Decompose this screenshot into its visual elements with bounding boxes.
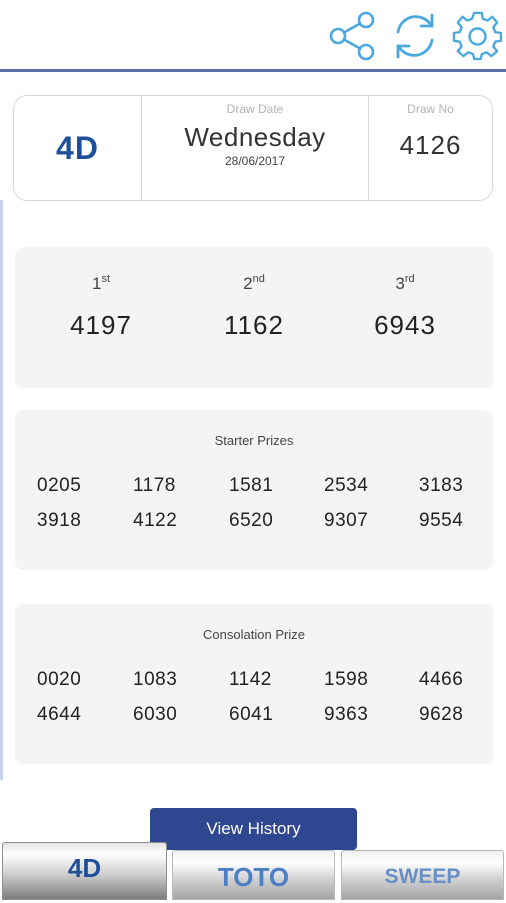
- consolation-prizes-title: Consolation Prize: [203, 627, 305, 642]
- tab-toto[interactable]: TOTO: [172, 850, 335, 900]
- starter-number: 3183: [419, 475, 464, 496]
- starter-number: 9554: [419, 510, 464, 531]
- consolation-number: 4466: [419, 669, 464, 690]
- prize-place-label: 2nd: [243, 273, 265, 293]
- consolation-number: 9628: [419, 704, 464, 725]
- consolation-number: 6041: [229, 704, 274, 725]
- consolation-number: 9363: [324, 704, 369, 725]
- draw-date: 28/06/2017: [224, 154, 286, 168]
- starter-number: 1178: [133, 475, 176, 496]
- header-divider: [0, 69, 506, 72]
- starter-number: 6520: [229, 510, 274, 531]
- starter-number: 2534: [324, 475, 369, 496]
- draw-date-cell: Draw Date Wednesday 28/06/2017: [141, 96, 369, 200]
- consolation-number: 0020: [37, 669, 82, 690]
- first-prize: 1st 4197: [21, 247, 181, 341]
- second-prize: 2nd 1162: [174, 247, 334, 341]
- scroll-edge: [0, 200, 3, 780]
- draw-no-label: Draw No: [407, 102, 454, 116]
- draw-info-card: 4D Draw Date Wednesday 28/06/2017 Draw N…: [13, 95, 493, 201]
- consolation-prizes-panel: Consolation Prize 0020 1083 1142 1598 44…: [15, 604, 493, 764]
- starter-number: 3918: [37, 510, 82, 531]
- starter-prizes-panel: Starter Prizes 0205 1178 1581 2534 3183 …: [15, 410, 493, 570]
- consolation-number: 1083: [133, 669, 178, 690]
- consolation-number: 1142: [229, 669, 272, 690]
- first-prize-number: 4197: [70, 310, 132, 340]
- starter-number: 1581: [229, 475, 274, 496]
- second-prize-number: 1162: [224, 310, 284, 340]
- draw-weekday: Wednesday: [184, 122, 326, 152]
- share-icon[interactable]: [326, 10, 378, 62]
- top-bar: [0, 0, 506, 70]
- consolation-number: 6030: [133, 704, 178, 725]
- consolation-number: 4644: [37, 704, 82, 725]
- tab-sweep[interactable]: SWEEP: [341, 850, 504, 900]
- tab-4d[interactable]: 4D: [2, 842, 167, 900]
- prize-place-label: 3rd: [395, 273, 415, 293]
- game-title-cell: 4D: [14, 96, 141, 200]
- starter-number: 0205: [37, 475, 82, 496]
- view-history-button[interactable]: View History: [150, 808, 357, 850]
- starter-number: 9307: [324, 510, 369, 531]
- consolation-number: 1598: [324, 669, 369, 690]
- starter-prizes-title: Starter Prizes: [214, 433, 294, 448]
- third-prize-number: 6943: [374, 310, 436, 340]
- third-prize: 3rd 6943: [325, 247, 485, 341]
- settings-gear-icon[interactable]: [452, 10, 504, 62]
- game-title: 4D: [56, 130, 99, 166]
- top-prizes-panel: 1st 4197 2nd 1162 3rd 6943: [15, 247, 493, 388]
- refresh-icon[interactable]: [389, 10, 441, 62]
- draw-no-cell: Draw No 4126: [367, 96, 494, 200]
- starter-number: 4122: [133, 510, 178, 531]
- draw-date-label: Draw Date: [226, 102, 284, 116]
- prize-place-label: 1st: [91, 273, 111, 293]
- draw-number: 4126: [399, 130, 462, 160]
